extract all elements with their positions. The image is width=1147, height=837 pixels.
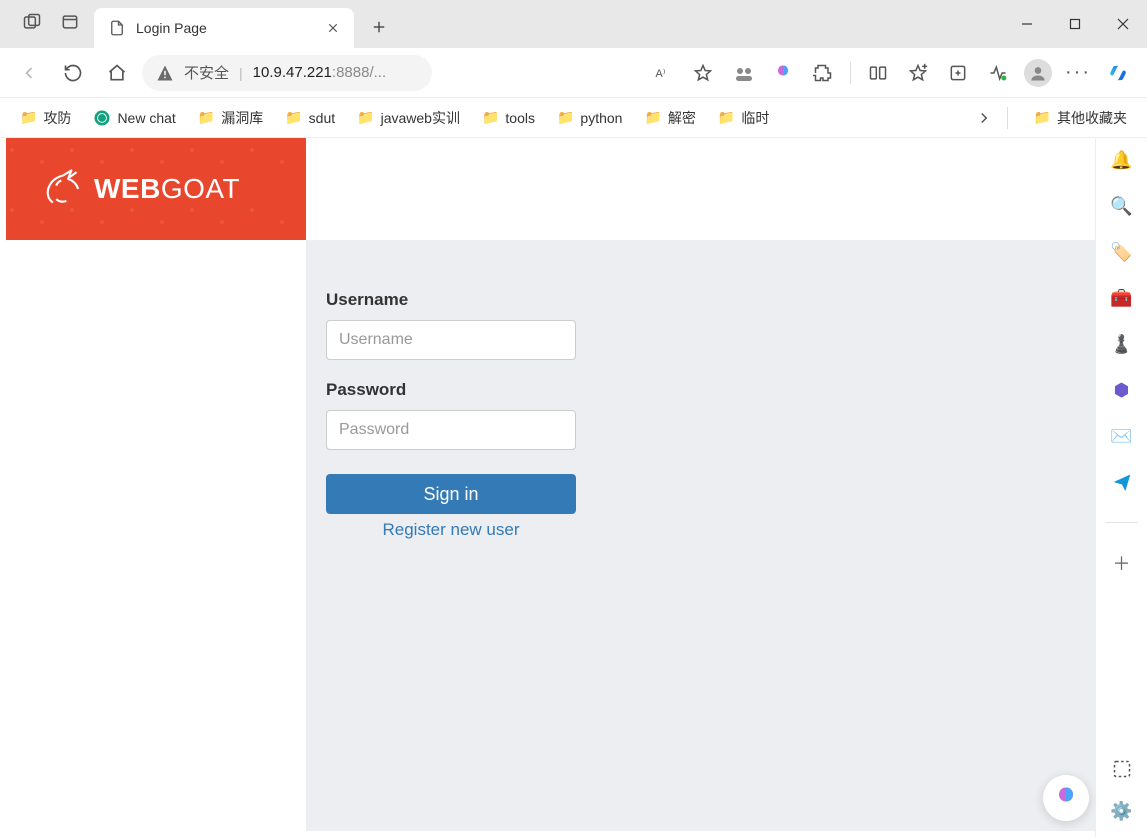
- svg-text:A⁾: A⁾: [656, 68, 666, 80]
- copilot-fab[interactable]: [1043, 775, 1089, 821]
- brand-header: WEBGOAT: [6, 138, 306, 240]
- address-bar: 不安全 | 10.9.47.221:8888/... A⁾ ···: [0, 48, 1147, 98]
- active-tab[interactable]: Login Page: [94, 8, 354, 48]
- tab-overview-icon[interactable]: [60, 12, 80, 32]
- folder-icon: 📁: [1034, 109, 1051, 126]
- copilot-button[interactable]: [1099, 54, 1137, 92]
- window-close-button[interactable]: [1099, 0, 1147, 48]
- window-maximize-button[interactable]: [1051, 0, 1099, 48]
- titlebar: Login Page: [0, 0, 1147, 48]
- nav-back-button[interactable]: [10, 54, 48, 92]
- bookmark-item[interactable]: 📁攻防: [14, 104, 77, 132]
- sidebar-office-icon[interactable]: ⬢: [1108, 376, 1136, 404]
- url-host: 10.9.47.221: [253, 64, 332, 81]
- folder-icon: 📁: [644, 109, 661, 126]
- sidebar-shopping-icon[interactable]: 🏷️: [1108, 238, 1136, 266]
- extensions-button[interactable]: [804, 54, 842, 92]
- sidebar-notifications-icon[interactable]: 🔔: [1108, 146, 1136, 174]
- folder-icon: 📁: [718, 109, 735, 126]
- copilot-icon: [1108, 63, 1128, 83]
- brain-icon: [1052, 784, 1080, 812]
- bookmark-item[interactable]: 📁javaweb实训: [351, 104, 466, 132]
- folder-icon: 📁: [198, 109, 215, 126]
- favorites-button[interactable]: [899, 54, 937, 92]
- tab-title: Login Page: [136, 20, 207, 36]
- ext-icon-1[interactable]: [724, 54, 762, 92]
- sidebar-settings-icon[interactable]: ⚙️: [1108, 797, 1136, 825]
- read-aloud-button[interactable]: A⁾: [644, 54, 682, 92]
- url-field[interactable]: 不安全 | 10.9.47.221:8888/...: [142, 55, 432, 91]
- bookmark-item[interactable]: New chat: [87, 105, 181, 131]
- nav-home-button[interactable]: [98, 54, 136, 92]
- ext-icon-2[interactable]: [764, 54, 802, 92]
- folder-icon: 📁: [357, 109, 374, 126]
- ellipsis-icon: ···: [1065, 61, 1091, 84]
- nav-refresh-button[interactable]: [54, 54, 92, 92]
- collections-button[interactable]: [939, 54, 977, 92]
- sidebar-add-button[interactable]: ＋: [1108, 549, 1136, 577]
- sidebar-screenshot-icon[interactable]: [1108, 755, 1136, 783]
- username-label: Username: [326, 290, 576, 310]
- favorite-star-button[interactable]: [684, 54, 722, 92]
- sidebar-games-icon[interactable]: ♟️: [1108, 330, 1136, 358]
- password-input[interactable]: [326, 410, 576, 450]
- security-status: 不安全: [184, 62, 229, 83]
- main-content: Username Password Sign in Register new u…: [306, 240, 1095, 831]
- bookmark-overflow-button[interactable]: [971, 105, 997, 131]
- url-rest: :8888/...: [332, 64, 386, 81]
- bookmark-item[interactable]: 📁临时: [712, 104, 775, 132]
- password-label: Password: [326, 380, 576, 400]
- folder-icon: 📁: [285, 109, 302, 126]
- folder-icon: 📁: [557, 109, 574, 126]
- login-form: Username Password Sign in Register new u…: [326, 290, 576, 540]
- bookmark-bar: 📁攻防 New chat 📁漏洞库 📁sdut 📁javaweb实训 📁tool…: [0, 98, 1147, 138]
- page-viewport: WEBGOAT Username Password Sign in Regist…: [6, 138, 1095, 831]
- sidebar-toolbox-icon[interactable]: 🧰: [1108, 284, 1136, 312]
- browser-sidebar: 🔔 🔍 🏷️ 🧰 ♟️ ⬢ ✉️ ＋ ⚙️: [1095, 138, 1147, 837]
- bookmark-item[interactable]: 📁sdut: [279, 105, 341, 130]
- left-nav-column: [6, 240, 306, 831]
- tab-close-button[interactable]: [324, 19, 342, 37]
- bookmark-item[interactable]: 📁解密: [638, 104, 701, 132]
- folder-icon: 📁: [482, 109, 499, 126]
- split-screen-button[interactable]: [859, 54, 897, 92]
- avatar-icon: [1024, 59, 1052, 87]
- bookmark-item[interactable]: 📁tools: [476, 105, 541, 130]
- brand-text: WEBGOAT: [94, 173, 240, 205]
- username-input[interactable]: [326, 320, 576, 360]
- bookmark-item[interactable]: 📁漏洞库: [192, 104, 269, 132]
- profile-button[interactable]: [1019, 54, 1057, 92]
- openai-icon: [93, 109, 111, 127]
- sidebar-search-icon[interactable]: 🔍: [1108, 192, 1136, 220]
- bookmark-item[interactable]: 📁python: [551, 105, 628, 130]
- bookmark-other-folder[interactable]: 📁其他收藏夹: [1028, 104, 1133, 132]
- sidebar-outlook-icon[interactable]: ✉️: [1108, 422, 1136, 450]
- sign-in-button[interactable]: Sign in: [326, 474, 576, 514]
- not-secure-icon: [156, 64, 174, 82]
- register-link[interactable]: Register new user: [326, 520, 576, 540]
- page-icon: [108, 19, 126, 37]
- workspaces-icon[interactable]: [22, 12, 42, 32]
- folder-icon: 📁: [20, 109, 37, 126]
- goat-logo-icon: [36, 162, 90, 216]
- window-minimize-button[interactable]: [1003, 0, 1051, 48]
- new-tab-button[interactable]: [362, 10, 396, 44]
- more-menu-button[interactable]: ···: [1059, 54, 1097, 92]
- sidebar-send-icon[interactable]: [1108, 468, 1136, 496]
- performance-button[interactable]: [979, 54, 1017, 92]
